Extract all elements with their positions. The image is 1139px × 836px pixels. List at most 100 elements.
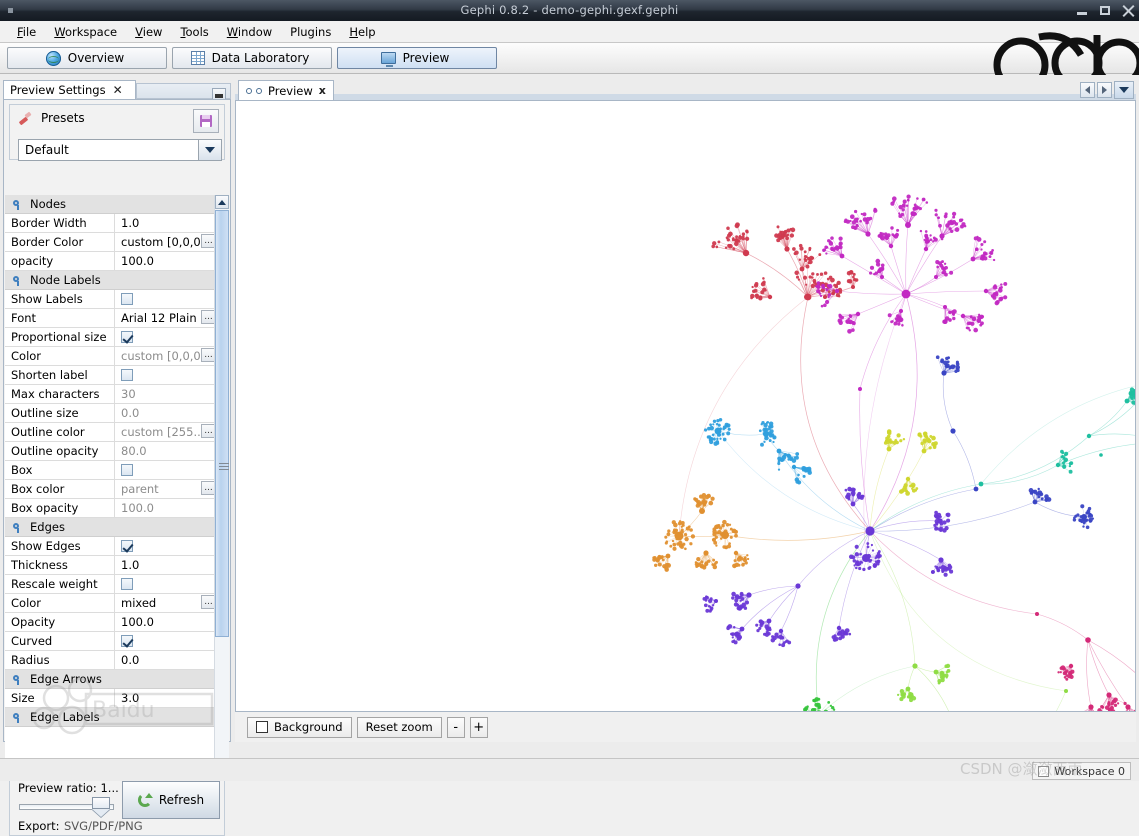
property-value[interactable]: 0.0 [115, 404, 217, 422]
preview-properties-table[interactable]: NodesBorder Width1.0Border Colorcustom [… [5, 195, 217, 775]
checkbox-icon[interactable] [1038, 766, 1049, 777]
status-bar: Workspace 0 [0, 758, 1139, 781]
menu-window[interactable]: Window [218, 23, 281, 41]
maximize-icon[interactable] [1099, 4, 1112, 17]
property-value[interactable] [115, 290, 217, 308]
minimize-icon[interactable] [1076, 4, 1089, 17]
property-value[interactable]: custom [0,0,0]... [115, 347, 217, 365]
property-group-edges[interactable]: Edges [5, 518, 217, 537]
tab-list-dropdown-icon[interactable] [1114, 81, 1134, 99]
close-icon[interactable]: x [319, 85, 326, 96]
property-value[interactable]: 1.0 [115, 214, 217, 232]
tab-preview-document[interactable]: Preview x [238, 80, 334, 100]
graph-node [769, 439, 772, 442]
graph-node [934, 670, 939, 675]
property-value[interactable]: 100.0 [115, 499, 217, 517]
graph-node [952, 212, 956, 216]
chevron-left-icon[interactable] [1080, 82, 1095, 98]
property-value[interactable]: mixed... [115, 594, 217, 612]
property-value[interactable] [115, 537, 217, 555]
property-value[interactable]: 100.0 [115, 613, 217, 631]
properties-scrollbar[interactable] [214, 195, 229, 775]
workspace-indicator[interactable]: Workspace 0 [1032, 762, 1131, 780]
panel-splitter-grip[interactable] [219, 463, 229, 475]
checkbox-icon[interactable] [121, 578, 133, 590]
graph-node [815, 697, 819, 701]
property-value[interactable]: 30 [115, 385, 217, 403]
graph-node [732, 247, 735, 250]
window-title: Gephi 0.8.2 - demo-gephi.gexf.gephi [0, 0, 1139, 21]
mode-button-preview[interactable]: Preview [337, 47, 497, 69]
graph-node [847, 318, 850, 321]
reset-zoom-button[interactable]: Reset zoom [357, 717, 442, 738]
checkbox-icon[interactable] [121, 331, 133, 343]
tab-preview-settings[interactable]: Preview Settings ✕ [3, 80, 136, 99]
property-value[interactable]: custom [0,0,0]... [115, 233, 217, 251]
graph-node [1060, 671, 1062, 673]
graph-node [792, 465, 796, 469]
checkbox-icon[interactable] [121, 540, 133, 552]
checkbox-icon[interactable] [121, 635, 133, 647]
background-toggle[interactable]: Background [247, 717, 352, 738]
menu-plugins[interactable]: Plugins [281, 23, 340, 41]
property-value[interactable] [115, 632, 217, 650]
property-value[interactable] [115, 328, 217, 346]
property-group-edge-arrows[interactable]: Edge Arrows [5, 670, 217, 689]
checkbox-icon[interactable] [256, 721, 268, 733]
close-icon[interactable] [1122, 4, 1135, 17]
mode-button-overview[interactable]: Overview [7, 47, 167, 69]
property-value[interactable]: 3.0 [115, 689, 217, 707]
menu-file[interactable]: File [8, 23, 45, 41]
property-value[interactable]: 100.0 [115, 252, 217, 270]
key-icon [13, 713, 22, 722]
graph-node [904, 483, 908, 487]
save-preset-button[interactable] [193, 109, 219, 133]
graph-node [672, 547, 676, 551]
graph-node [780, 231, 784, 235]
graph-preview-canvas[interactable] [235, 100, 1136, 712]
property-group-nodes[interactable]: Nodes [5, 195, 217, 214]
graph-node [1000, 286, 1003, 289]
menu-workspace[interactable]: Workspace [45, 23, 126, 41]
graph-node [1125, 704, 1130, 709]
property-value[interactable] [115, 366, 217, 384]
property-group-node-labels[interactable]: Node Labels [5, 271, 217, 290]
refresh-button[interactable]: Refresh [122, 781, 220, 819]
menu-view[interactable]: View [126, 23, 171, 41]
property-value[interactable]: custom [255...... [115, 423, 217, 441]
scroll-up-icon[interactable] [215, 195, 229, 209]
zoom-in-button[interactable]: + [470, 717, 488, 738]
preview-ratio-slider-handle[interactable] [92, 797, 110, 817]
preview-footer: Preview ratio: 1... Export: SVG/PDF/PNG … [9, 776, 225, 836]
export-formats-link[interactable]: SVG/PDF/PNG [64, 819, 143, 833]
property-value[interactable]: 1.0 [115, 556, 217, 574]
menu-help[interactable]: Help [340, 23, 384, 41]
property-group-edge-labels[interactable]: Edge Labels [5, 708, 217, 727]
property-value[interactable]: parent... [115, 480, 217, 498]
mode-button-data-laboratory[interactable]: Data Laboratory [172, 47, 332, 69]
property-value-text: custom [255... [121, 425, 204, 439]
checkbox-icon[interactable] [121, 464, 133, 476]
gephi-logo [979, 29, 1139, 75]
menu-tools[interactable]: Tools [171, 23, 217, 41]
property-value[interactable] [115, 461, 217, 479]
presets-header: Presets [18, 111, 85, 125]
property-value[interactable]: 80.0 [115, 442, 217, 460]
graph-node [887, 233, 891, 237]
graph-node [969, 329, 971, 331]
chevron-right-icon[interactable] [1097, 82, 1112, 98]
property-value[interactable] [115, 575, 217, 593]
preset-select[interactable]: Default [18, 139, 222, 161]
zoom-out-button[interactable]: - [447, 717, 465, 738]
graph-node [794, 456, 796, 458]
property-value[interactable]: Arial 12 Plain... [115, 309, 217, 327]
graph-edge [953, 431, 976, 489]
graph-node [712, 241, 716, 245]
scrollbar-thumb[interactable] [215, 210, 229, 637]
property-value[interactable]: 0.0 [115, 651, 217, 669]
close-icon[interactable]: ✕ [113, 84, 123, 96]
graph-node [912, 663, 917, 668]
checkbox-icon[interactable] [121, 369, 133, 381]
chevron-down-icon[interactable] [198, 140, 221, 160]
checkbox-icon[interactable] [121, 293, 133, 305]
